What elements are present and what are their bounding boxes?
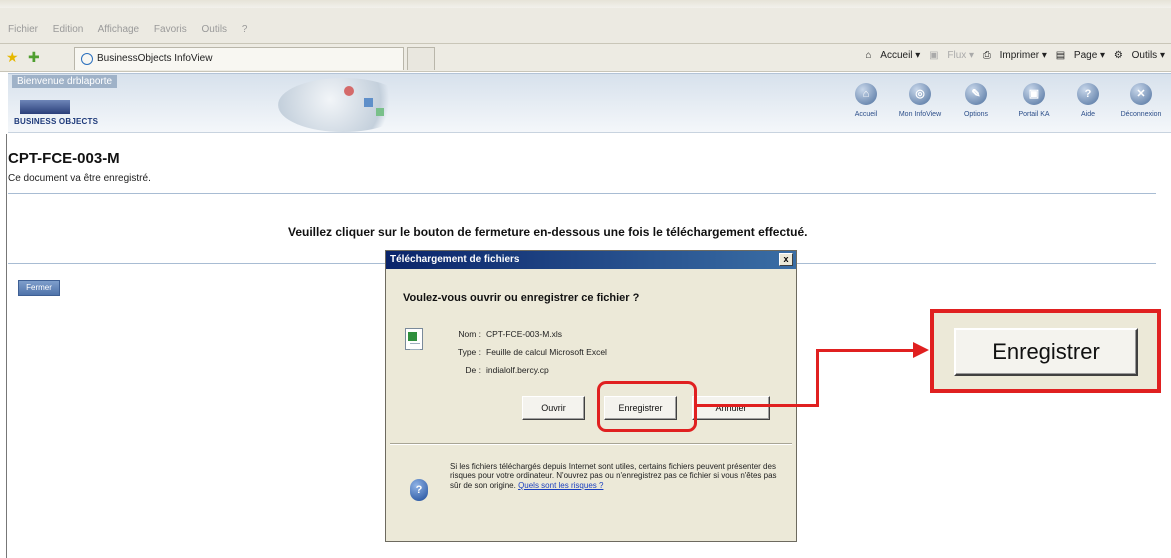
header-globe-graphic: [278, 78, 408, 132]
home-command-label: Accueil: [880, 50, 913, 61]
nav-mon-infoview[interactable]: ◎ Mon InfoView: [890, 80, 950, 130]
security-shield-icon: ?: [410, 479, 428, 501]
open-button[interactable]: Ouvrir: [522, 396, 585, 420]
command-bar: ⌂ Accueil ▾ ▣ Flux ▾ ⎙ Imprimer ▾ ▤ Page…: [859, 50, 1165, 61]
favorites-star-icon[interactable]: ★: [6, 49, 19, 66]
dialog-titlebar: Téléchargement de fichiers x: [386, 251, 796, 269]
page-command[interactable]: ▤ Page ▾: [1056, 50, 1105, 61]
tools-command-label: Outils: [1131, 50, 1158, 61]
menu-favoris[interactable]: Favoris: [154, 24, 187, 35]
divider-top: [8, 193, 1156, 194]
home-icon: ⌂: [855, 83, 877, 105]
nav-options-label: Options: [963, 111, 989, 118]
cancel-button[interactable]: Annuler: [692, 396, 770, 420]
file-type-value: Feuille de calcul Microsoft Excel: [486, 347, 607, 357]
tab-title: BusinessObjects InfoView: [97, 53, 213, 64]
dialog-close-button[interactable]: x: [779, 253, 793, 266]
nav-deconnexion[interactable]: ✕ Déconnexion: [1111, 80, 1171, 130]
browser-top-strip: [0, 0, 1171, 8]
callout-connector-horizontal: [695, 404, 819, 407]
menu-affichage[interactable]: Affichage: [98, 24, 140, 35]
risks-link[interactable]: Quels sont les risques ?: [518, 481, 603, 490]
file-name-label: Nom :: [458, 329, 481, 339]
screen: Fichier Edition Affichage Favoris Outils…: [0, 0, 1171, 558]
browser-menubar: Fichier Edition Affichage Favoris Outils…: [0, 0, 1171, 44]
security-warning: Si les fichiers téléchargés depuis Inter…: [450, 462, 780, 490]
business-objects-logo-text: BUSINESS OBJECTS: [14, 117, 99, 126]
globe-red-dot: [344, 86, 354, 96]
header-nav: ⌂ Accueil ◎ Mon InfoView ✎ Options ▣ Por…: [836, 80, 1171, 130]
download-instruction: Veuillez cliquer sur le bouton de fermet…: [288, 225, 808, 239]
page-left-border: [6, 134, 7, 558]
file-type-label: Type :: [457, 347, 481, 357]
nav-aide[interactable]: ? Aide: [1058, 80, 1118, 130]
security-warning-text: Si les fichiers téléchargés depuis Inter…: [450, 462, 777, 490]
menu-fichier[interactable]: Fichier: [8, 24, 38, 35]
feeds-command[interactable]: ▣ Flux ▾: [929, 50, 974, 61]
menu-items: Fichier Edition Affichage Favoris Outils…: [8, 24, 259, 35]
help-icon: ?: [1077, 83, 1099, 105]
dialog-title: Téléchargement de fichiers: [390, 254, 520, 265]
menu-help[interactable]: ?: [242, 24, 248, 35]
callout-connector-vertical: [816, 349, 819, 407]
menu-edition[interactable]: Edition: [53, 24, 84, 35]
add-favorite-icon[interactable]: ✚: [28, 49, 40, 66]
close-page-button[interactable]: Fermer: [18, 280, 60, 296]
home-command[interactable]: ⌂ Accueil ▾: [865, 50, 920, 61]
logout-icon: ✕: [1130, 83, 1152, 105]
print-command[interactable]: ⎙ Imprimer ▾: [983, 50, 1047, 61]
print-command-label: Imprimer: [999, 50, 1040, 61]
callout-arrow-icon: [913, 342, 929, 358]
new-tab-button[interactable]: [407, 47, 435, 70]
options-icon: ✎: [965, 83, 987, 105]
nav-deconnexion-label: Déconnexion: [1120, 111, 1162, 118]
portal-icon: ▣: [1023, 83, 1045, 105]
nav-options[interactable]: ✎ Options: [946, 80, 1006, 130]
feeds-command-label: Flux: [947, 50, 967, 61]
save-button-zoomed: Enregistrer: [954, 328, 1138, 376]
globe-blue-square: [364, 98, 373, 107]
page-subtitle: Ce document va être enregistré.: [8, 173, 151, 184]
file-download-dialog: Téléchargement de fichiers x Voulez-vous…: [385, 250, 797, 542]
callout-connector-upper: [816, 349, 916, 352]
file-source-label: De :: [465, 365, 481, 375]
file-name-value: CPT-FCE-003-M.xls: [486, 329, 563, 339]
nav-portail-ka-label: Portail KA: [1018, 111, 1050, 118]
globe-green-square: [376, 108, 384, 116]
tools-command[interactable]: ⚙ Outils ▾: [1114, 50, 1165, 61]
nav-mon-infoview-label: Mon InfoView: [898, 111, 942, 118]
welcome-label: Bienvenue drblaporte: [12, 75, 118, 88]
dialog-separator: [390, 443, 792, 445]
nav-accueil-label: Accueil: [854, 111, 878, 118]
ie-page-icon: [81, 53, 93, 65]
file-source-value: indialolf.bercy.cp: [486, 365, 549, 375]
browser-tab[interactable]: BusinessObjects InfoView: [74, 47, 404, 70]
nav-accueil[interactable]: ⌂ Accueil: [836, 80, 896, 130]
page-title: CPT-FCE-003-M: [8, 150, 120, 167]
page-command-label: Page: [1073, 50, 1098, 61]
save-button-zoom-callout: Enregistrer: [930, 309, 1161, 393]
save-button-highlight: [597, 381, 697, 432]
nav-portail-ka[interactable]: ▣ Portail KA: [1004, 80, 1064, 130]
my-infoview-icon: ◎: [909, 83, 931, 105]
nav-aide-label: Aide: [1080, 111, 1095, 118]
dialog-question: Voulez-vous ouvrir ou enregistrer ce fic…: [403, 292, 640, 304]
business-objects-logo-mark: [20, 100, 70, 114]
menu-outils[interactable]: Outils: [201, 24, 227, 35]
